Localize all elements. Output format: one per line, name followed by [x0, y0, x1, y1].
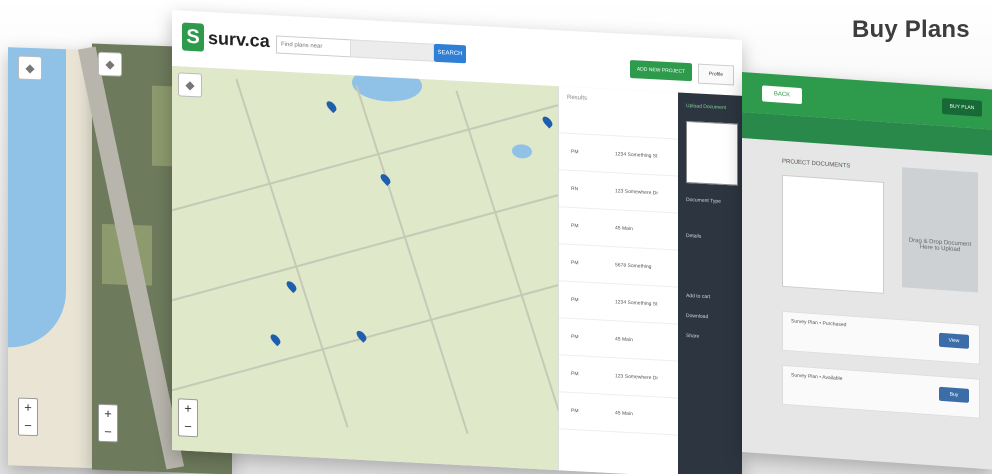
buy-plan-button[interactable]: BUY PLAN [942, 97, 982, 117]
table-row[interactable]: PM 123 Somewhere Dr [559, 355, 679, 399]
document-side-panel: Upload Document Document Type Details Ad… [678, 92, 742, 474]
plan-card[interactable]: Survey Plan • Purchased View [782, 310, 980, 365]
row-plan: PM [571, 333, 579, 341]
row-plan: PM [571, 370, 579, 378]
search-button[interactable]: SEARCH [434, 43, 466, 64]
row-value: 5678 Something [615, 262, 652, 271]
map-road [235, 78, 349, 428]
table-row[interactable]: PM 45 Main [559, 392, 679, 436]
side-panel-title: Upload Document [686, 102, 727, 112]
map-road [355, 85, 469, 434]
screenshot-stage: ◆ + − ◆ + − S surv.ca Find plans near SE… [0, 0, 992, 474]
brand-name: surv.ca [208, 27, 270, 51]
row-plan: PM [571, 259, 579, 267]
plan-card[interactable]: Survey Plan • Available Buy [782, 364, 980, 419]
table-row[interactable]: PM 1234 Something St [559, 281, 679, 325]
row-value: 45 Main [615, 410, 633, 418]
map-road [172, 190, 558, 304]
side-label: Document Type [686, 196, 721, 205]
table-row[interactable]: PM 5678 Something [559, 244, 679, 288]
row-plan: PM [571, 148, 579, 156]
plan-detail-window: BACK BUY PLAN DETAILS MAP HISTORY PROJEC… [742, 72, 992, 470]
layers-icon[interactable]: ◆ [178, 72, 202, 98]
search-input[interactable]: Find plans near [276, 35, 352, 58]
row-plan: RN [571, 185, 579, 193]
table-row[interactable]: PM 45 Main [559, 318, 679, 362]
zoom-out-button[interactable]: − [99, 423, 117, 442]
map-pin-icon[interactable] [324, 99, 339, 114]
zoom-control[interactable]: + − [98, 403, 118, 443]
results-list: Results PM 1234 Something St RN 123 Somewhe… [558, 86, 679, 474]
plan-card-button[interactable]: View [939, 332, 969, 349]
results-header: Results [559, 86, 679, 140]
zoom-out-button[interactable]: − [19, 417, 37, 436]
map-pin-icon[interactable] [268, 332, 283, 347]
brand-logo[interactable]: S surv.ca [182, 22, 270, 56]
table-row[interactable]: PM 1234 Something St [559, 133, 679, 177]
row-value: 45 Main [615, 225, 633, 233]
upload-dropzone[interactable]: Drag & Drop Document Here to Upload [902, 167, 978, 293]
row-plan: PM [571, 407, 579, 415]
side-action[interactable]: Share [686, 333, 699, 340]
side-action[interactable]: Download [686, 313, 708, 320]
map-road [455, 90, 558, 440]
row-value: 1234 Something St [615, 299, 658, 308]
zoom-out-button[interactable]: − [179, 417, 197, 436]
back-button[interactable]: BACK [762, 85, 802, 105]
side-label: Details [686, 232, 702, 240]
map-pin-icon[interactable] [540, 114, 555, 129]
layers-icon[interactable]: ◆ [98, 51, 122, 77]
main-app-window: S surv.ca Find plans near SEARCH ADD NEW… [172, 10, 742, 474]
row-value: 45 Main [615, 336, 633, 344]
logo-mark: S [182, 22, 204, 52]
zoom-in-button[interactable]: + [179, 399, 197, 418]
search-select[interactable] [350, 39, 434, 62]
zoom-in-button[interactable]: + [99, 405, 117, 424]
row-plan: PM [571, 222, 579, 230]
results-rows: PM 1234 Something St RN 123 Somewhere Dr PM 4… [559, 133, 679, 436]
plan-card-meta: Survey Plan • Purchased [791, 318, 847, 329]
row-value: 123 Somewhere Dr [615, 188, 659, 197]
layers-icon[interactable]: ◆ [18, 55, 42, 81]
zoom-control[interactable]: + − [178, 398, 198, 438]
side-action[interactable]: Add to cart [686, 293, 710, 300]
map-pin-icon[interactable] [284, 279, 299, 294]
zoom-in-button[interactable]: + [19, 399, 37, 418]
document-preview[interactable] [782, 174, 884, 294]
map-view[interactable]: ◆ + − [172, 66, 558, 471]
row-value: 123 Somewhere Dr [615, 373, 659, 382]
row-plan: PM [571, 296, 579, 304]
table-row[interactable]: PM 45 Main [559, 207, 679, 251]
zoom-control[interactable]: + − [18, 397, 38, 437]
row-value: 1234 Something St [615, 151, 658, 160]
add-project-button[interactable]: ADD NEW PROJECT [630, 60, 692, 82]
user-menu-button[interactable]: Profile [698, 63, 734, 86]
map-lake [512, 143, 532, 159]
map-pin-icon[interactable] [378, 172, 393, 186]
page-headline: Buy Plans [852, 16, 970, 43]
plan-card-meta: Survey Plan • Available [791, 372, 843, 383]
document-thumbnail[interactable] [686, 120, 738, 186]
map-water [8, 47, 66, 350]
plan-card-button[interactable]: Buy [939, 386, 969, 403]
table-row[interactable]: RN 123 Somewhere Dr [559, 170, 679, 214]
